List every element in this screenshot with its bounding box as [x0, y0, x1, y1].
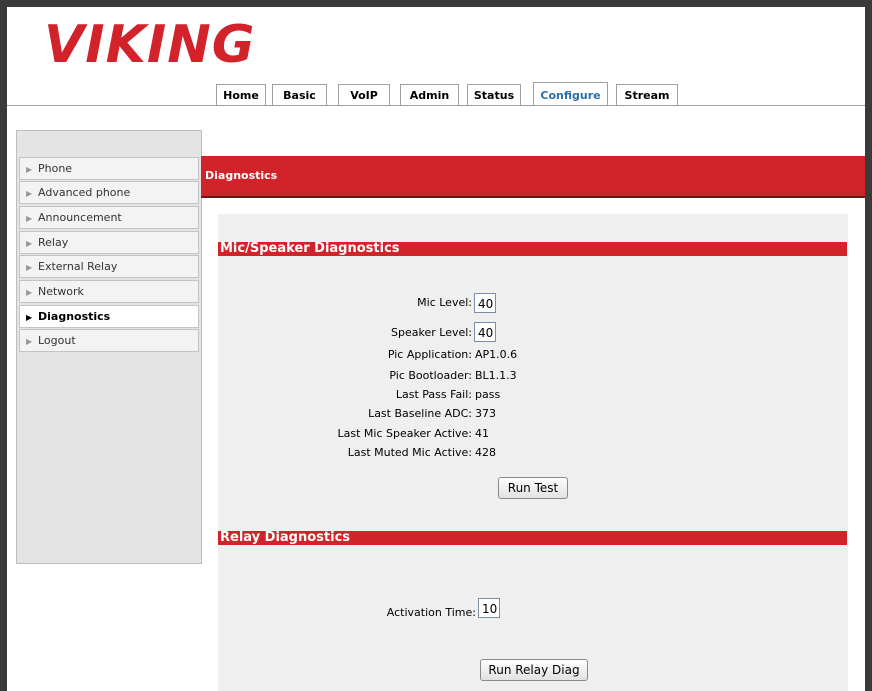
- page-title-bar: Diagnostics: [201, 156, 865, 198]
- section-heading-text: Mic/Speaker Diagnostics: [220, 241, 400, 256]
- activation-time-input[interactable]: 10: [478, 598, 500, 618]
- arrow-right-icon: ▶: [26, 263, 33, 272]
- arrow-right-icon: ▶: [26, 189, 33, 198]
- sidebar-item-logout[interactable]: ▶ Logout: [19, 329, 199, 352]
- sidebar-item-label: Diagnostics: [38, 310, 111, 323]
- sidebar-item-diagnostics[interactable]: ▶ Diagnostics: [19, 305, 199, 328]
- viking-logo: VIKING: [44, 15, 256, 75]
- window-frame-top: [0, 0, 872, 7]
- speaker-level-input[interactable]: 40: [474, 322, 496, 342]
- activation-time-label: Activation Time:: [240, 606, 476, 620]
- mic-level-input[interactable]: 40: [474, 293, 496, 313]
- label-text: Last Muted Mic Active:: [347, 446, 472, 459]
- speaker-level-label: Speaker Level:: [240, 326, 472, 340]
- sidebar-item-relay[interactable]: ▶ Relay: [19, 231, 199, 254]
- page-title: Diagnostics: [205, 169, 278, 182]
- last-mic-speaker-active-value: 41: [475, 427, 489, 440]
- sidebar-item-label: Relay: [38, 236, 69, 249]
- mic-level-label: Mic Level:: [240, 296, 472, 310]
- last-muted-mic-active-value: 428: [475, 446, 496, 459]
- sidebar-item-network[interactable]: ▶ Network: [19, 280, 199, 303]
- last-baseline-adc-value: 373: [475, 407, 496, 420]
- label-text: Last Pass Fail:: [395, 388, 472, 401]
- label-text: Last Mic Speaker Active:: [337, 427, 472, 440]
- tab-configure[interactable]: Configure: [533, 82, 608, 106]
- arrow-right-icon: ▶: [26, 214, 33, 223]
- label-text: Speaker Level:: [391, 326, 472, 339]
- arrow-right-icon: ▶: [26, 288, 33, 297]
- mic-speaker-section-heading: Mic/Speaker Diagnostics: [218, 242, 847, 256]
- last-pass-fail-value: pass: [475, 388, 501, 401]
- arrow-right-icon: ▶: [26, 337, 33, 346]
- tab-basic[interactable]: Basic: [272, 84, 327, 106]
- label-text: Pic Bootloader:: [389, 369, 472, 382]
- tab-stream[interactable]: Stream: [616, 84, 678, 106]
- sidebar-item-label: Logout: [38, 334, 76, 347]
- label-text: Last Baseline ADC:: [368, 407, 472, 420]
- tab-underline: [7, 105, 865, 106]
- label-text: Pic Application:: [387, 348, 472, 361]
- last-pass-fail-label: Last Pass Fail:: [240, 388, 472, 402]
- last-baseline-adc-label: Last Baseline ADC:: [240, 407, 472, 421]
- last-muted-mic-active-label: Last Muted Mic Active:: [240, 446, 472, 460]
- sidebar-item-phone[interactable]: ▶ Phone: [19, 157, 199, 180]
- sidebar-item-external-relay[interactable]: ▶ External Relay: [19, 255, 199, 278]
- section-heading-text: Relay Diagnostics: [220, 530, 351, 545]
- pic-bootloader-label: Pic Bootloader:: [240, 369, 472, 383]
- tab-status[interactable]: Status: [467, 84, 521, 106]
- tab-admin[interactable]: Admin: [400, 84, 459, 106]
- relay-section-heading: Relay Diagnostics: [218, 531, 847, 545]
- run-relay-diag-button[interactable]: Run Relay Diag: [480, 659, 588, 681]
- pic-application-label: Pic Application:: [240, 348, 472, 362]
- sidebar-item-label: Network: [38, 285, 84, 298]
- arrow-right-icon: ▶: [26, 239, 33, 248]
- sidebar-item-label: External Relay: [38, 260, 118, 273]
- last-mic-speaker-active-label: Last Mic Speaker Active:: [240, 427, 472, 441]
- arrow-right-icon: ▶: [26, 313, 33, 322]
- sidebar-item-advanced-phone[interactable]: ▶ Advanced phone: [19, 181, 199, 204]
- label-text: Activation Time:: [386, 606, 476, 619]
- window-frame-right: [865, 0, 872, 691]
- pic-bootloader-value: BL1.1.3: [475, 369, 517, 382]
- sidebar-item-label: Announcement: [38, 211, 122, 224]
- tab-voip[interactable]: VoIP: [338, 84, 390, 106]
- sidebar-item-label: Phone: [38, 162, 73, 175]
- sidebar-item-announcement[interactable]: ▶ Announcement: [19, 206, 199, 229]
- window-frame-left: [0, 0, 7, 691]
- tab-home[interactable]: Home: [216, 84, 266, 106]
- label-text: Mic Level:: [417, 296, 472, 309]
- run-test-button[interactable]: Run Test: [498, 477, 568, 499]
- arrow-right-icon: ▶: [26, 165, 33, 174]
- sidebar-item-label: Advanced phone: [38, 186, 131, 199]
- pic-application-value: AP1.0.6: [475, 348, 518, 361]
